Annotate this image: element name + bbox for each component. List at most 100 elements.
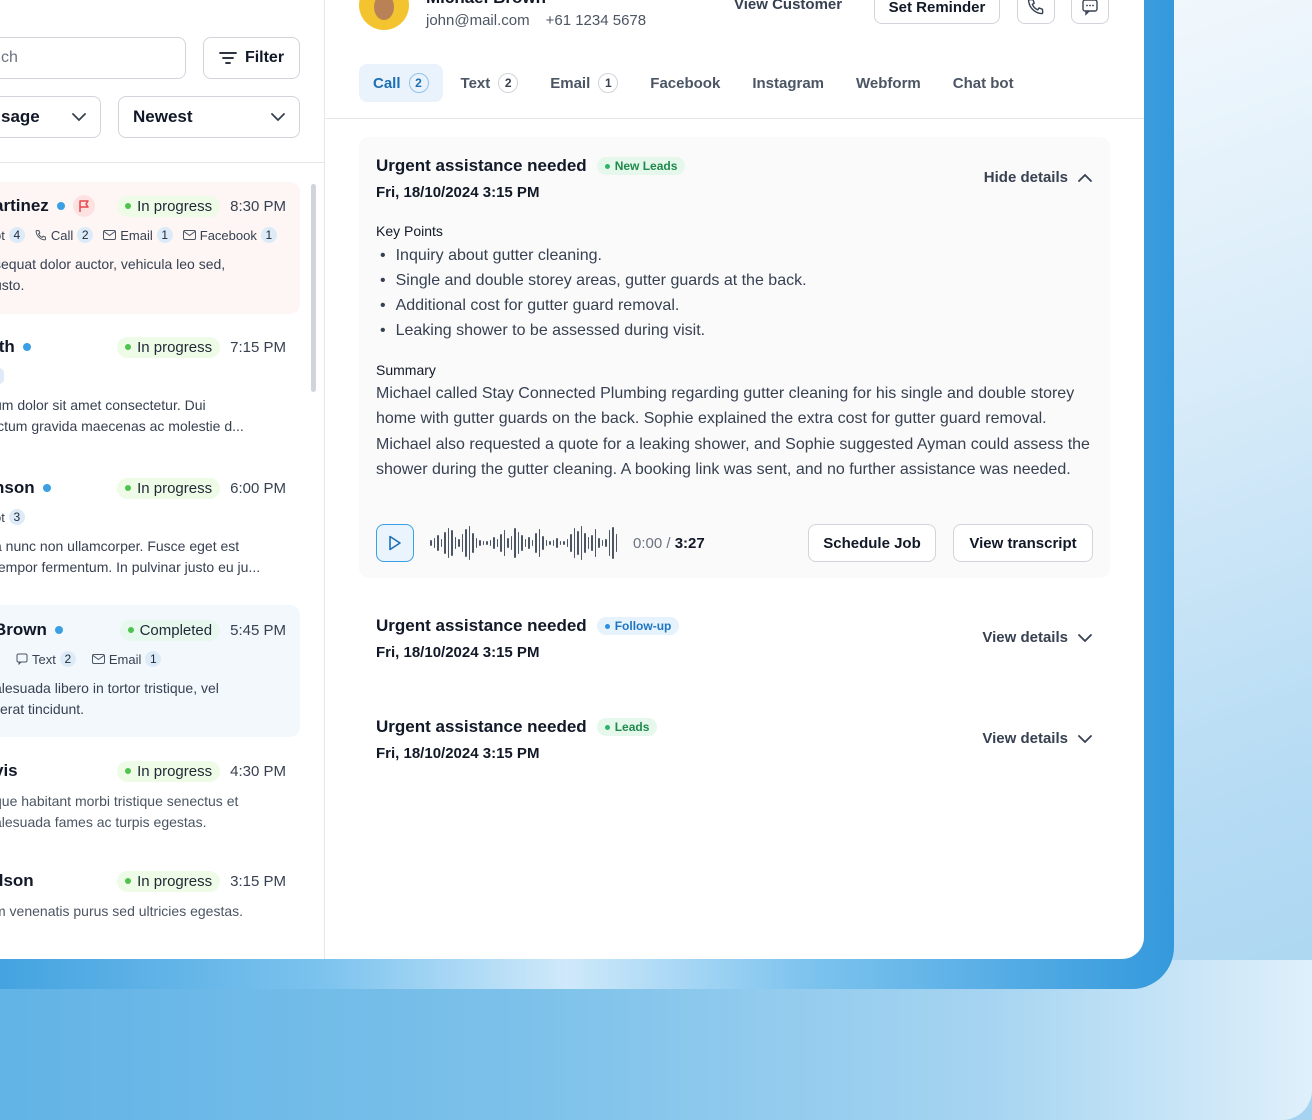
set-reminder-button[interactable]: Set Reminder xyxy=(874,0,1000,24)
tab-email[interactable]: Email 1 xyxy=(536,64,632,102)
view-details-button[interactable]: View details xyxy=(982,730,1092,747)
chevron-up-icon xyxy=(1078,173,1092,182)
filter-label: Filter xyxy=(244,49,285,66)
tab-facebook[interactable]: Facebook xyxy=(636,64,734,102)
message-time: 8:30 PM xyxy=(230,197,286,215)
flag-icon[interactable] xyxy=(72,195,95,217)
call-date: Fri, 18/10/2024 3:15 PM xyxy=(376,184,540,201)
chevron-down-icon xyxy=(72,113,86,121)
channel-tabs: Call 2 Text 2 Email 1 Facebook Instagram We… xyxy=(359,64,1028,102)
hide-details-button[interactable]: Hide details xyxy=(984,169,1092,186)
message-preview: a nunc non ullamcorper. Fusce eget est te… xyxy=(0,538,261,575)
conversation-item[interactable]: nson In progress 6:00 PM ot3 a nunc non … xyxy=(0,476,300,596)
tab-call[interactable]: Call 2 xyxy=(359,64,443,102)
key-points-label: Key Points xyxy=(376,223,443,239)
view-transcript-button[interactable]: View transcript xyxy=(953,524,1093,562)
channel-chips: ot4 Call2 Email1 Facebook1 xyxy=(0,226,286,244)
divider xyxy=(0,162,324,163)
call-date: Fri, 18/10/2024 3:15 PM xyxy=(376,745,540,762)
key-point: Leaking shower to be assessed during vis… xyxy=(376,318,807,343)
summary-label: Summary xyxy=(376,362,436,378)
conversation-item[interactable]: artinez In progress 8:30 PM ot4 Call2 Em… xyxy=(0,182,300,314)
divider xyxy=(325,118,1144,119)
chip-email: Email 1 xyxy=(103,227,173,243)
mail-icon xyxy=(103,230,117,240)
tab-chat-bot[interactable]: Chat bot xyxy=(939,64,1028,102)
message-type-select[interactable]: sage xyxy=(0,96,101,138)
list-scrollbar[interactable] xyxy=(311,184,316,392)
key-point: Single and double storey areas, gutter g… xyxy=(376,268,807,293)
message-time: 5:45 PM xyxy=(230,621,286,639)
summary-text: Michael called Stay Connected Plumbing r… xyxy=(376,385,1090,479)
message-time: 7:15 PM xyxy=(230,338,286,356)
customer-phone: +61 1234 5678 xyxy=(545,12,647,29)
channel-chips: ot3 xyxy=(0,508,286,526)
chevron-down-icon xyxy=(1078,633,1092,642)
status-badge: In progress xyxy=(117,195,221,217)
conversation-panel: ch Filter sage Newest artinez In progres… xyxy=(0,0,325,959)
unread-dot xyxy=(56,202,65,210)
chevron-down-icon xyxy=(1078,734,1092,743)
filter-icon xyxy=(219,52,237,64)
tag-badge: Leads xyxy=(596,718,658,736)
sort-value: Newest xyxy=(133,107,193,126)
tag-badge: New Leads xyxy=(596,157,686,175)
schedule-job-button[interactable]: Schedule Job xyxy=(808,524,936,562)
call-date: Fri, 18/10/2024 3:15 PM xyxy=(376,644,540,661)
message-preview: sequat dolor auctor, vehicula leo sed,us… xyxy=(0,256,226,293)
tab-webform[interactable]: Webform xyxy=(842,64,935,102)
chip-email: Email 1 xyxy=(91,651,162,667)
search-input[interactable]: ch xyxy=(0,37,186,79)
audio-waveform[interactable] xyxy=(430,525,617,561)
tag-badge: Follow-up xyxy=(596,617,680,635)
tab-instagram[interactable]: Instagram xyxy=(738,64,838,102)
message-type-value: sage xyxy=(1,107,40,126)
channel-chips: Text 2 Email 1 xyxy=(0,650,286,668)
status-badge: In progress xyxy=(117,870,221,892)
message-time: 4:30 PM xyxy=(230,762,286,780)
call-button[interactable] xyxy=(1017,0,1055,24)
message-icon xyxy=(16,653,28,665)
tab-text[interactable]: Text 2 xyxy=(447,64,533,102)
view-customer-link[interactable]: View Customer xyxy=(734,0,842,13)
call-title: Urgent assistance needed New Leads xyxy=(376,156,686,176)
sort-select[interactable]: Newest xyxy=(118,96,300,138)
call-card[interactable]: Urgent assistance needed Leads Fri, 18/1… xyxy=(359,699,1110,779)
phone-icon xyxy=(35,229,46,241)
audio-time: 0:00 / 3:27 xyxy=(633,534,705,552)
call-card[interactable]: Urgent assistance needed Follow-up Fri, … xyxy=(359,598,1110,678)
chip-chatbot: ot3 xyxy=(0,509,25,525)
conversation-item[interactable]: Brown Completed 5:45 PM Text2 Email1 ale… xyxy=(0,605,300,737)
play-button[interactable] xyxy=(376,524,414,562)
audio-player: 0:00 / 3:27 Schedule Job View transcript xyxy=(376,523,1100,563)
message-preview: um dolor sit amet consectetur. Dui ictum … xyxy=(0,397,244,434)
conversation-item[interactable]: ilson In progress 3:15 PM m venenatis pu… xyxy=(0,869,300,929)
avatar xyxy=(359,0,409,30)
status-badge: Completed xyxy=(119,619,221,641)
view-details-button[interactable]: View details xyxy=(982,629,1092,646)
message-preview: m venenatis purus sed ultricies egestas. xyxy=(0,903,244,919)
mail-icon xyxy=(182,230,196,240)
message-time: 3:15 PM xyxy=(230,872,286,890)
unread-dot xyxy=(22,343,31,351)
key-points-list: Inquiry about gutter cleaning. Single an… xyxy=(376,243,807,343)
conversation-item[interactable]: vis In progress 4:30 PM que habitant mor… xyxy=(0,759,300,849)
unread-dot xyxy=(42,484,51,492)
contact-name: artinez xyxy=(0,196,49,215)
chip-text: Text 2 xyxy=(16,651,76,667)
call-title: Urgent assistance needed Leads xyxy=(376,717,658,737)
conversation-item[interactable]: ith In progress 7:15 PM um dolor sit ame… xyxy=(0,335,300,455)
chip-facebook: Facebook 1 xyxy=(182,227,277,243)
chat-icon xyxy=(1082,0,1098,16)
key-point: Additional cost for gutter guard removal… xyxy=(376,293,807,318)
call-title: Urgent assistance needed Follow-up xyxy=(376,616,680,636)
chevron-down-icon xyxy=(271,113,285,121)
mail-icon xyxy=(91,654,105,664)
unread-dot xyxy=(54,626,63,634)
chip-chatbot: ot4 xyxy=(0,227,25,243)
message-preview: que habitant morbi tristique senectus et… xyxy=(0,793,239,830)
message-button[interactable] xyxy=(1071,0,1109,24)
filter-button[interactable]: Filter xyxy=(203,37,300,79)
phone-icon xyxy=(1027,0,1044,15)
app-window: ch Filter sage Newest artinez In progres… xyxy=(0,0,1144,959)
